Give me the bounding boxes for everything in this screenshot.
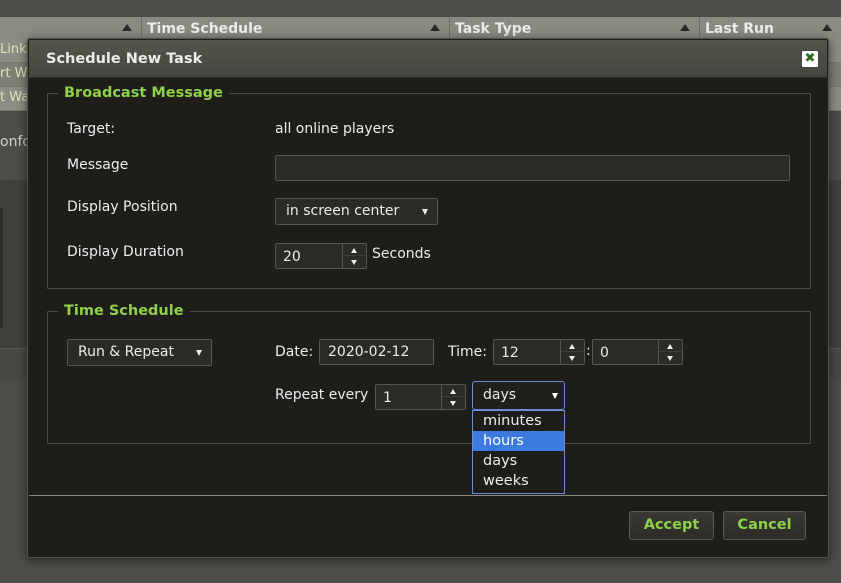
repeat-unit-options: minutes hours days weeks xyxy=(472,410,565,494)
option-days[interactable]: days xyxy=(473,451,564,471)
decrement-icon[interactable] xyxy=(442,397,465,409)
column-header-last-run[interactable]: Last Run xyxy=(700,17,841,39)
repeat-every-label: Repeat every xyxy=(275,387,369,403)
minute-stepper[interactable]: 0 xyxy=(592,339,683,365)
repeat-unit-select[interactable]: days xyxy=(472,381,565,410)
stepper-buttons xyxy=(441,385,465,409)
option-weeks[interactable]: weeks xyxy=(473,471,564,491)
accept-button[interactable]: Accept xyxy=(629,511,714,540)
display-duration-label: Display Duration xyxy=(67,244,184,260)
sort-asc-icon xyxy=(122,24,132,31)
increment-icon[interactable] xyxy=(659,340,682,352)
minute-value: 0 xyxy=(600,345,609,361)
option-minutes[interactable]: minutes xyxy=(473,411,564,431)
dialog-title: Schedule New Task xyxy=(46,51,203,67)
date-label: Date: xyxy=(275,344,314,360)
close-icon[interactable]: ✖ xyxy=(801,50,819,68)
schedule-mode-select[interactable]: Run & Repeat xyxy=(67,339,212,366)
message-label: Message xyxy=(67,157,129,173)
display-position-label: Display Position xyxy=(67,199,178,215)
stepper-buttons xyxy=(342,244,366,268)
repeat-unit-value: days xyxy=(483,387,517,403)
increment-icon[interactable] xyxy=(343,244,366,256)
decrement-icon[interactable] xyxy=(561,352,584,364)
chevron-down-icon xyxy=(422,209,428,215)
chevron-down-icon xyxy=(552,393,558,399)
time-label: Time: xyxy=(448,344,487,360)
target-label: Target: xyxy=(67,121,116,137)
display-position-value: in screen center xyxy=(286,203,400,219)
time-separator: : xyxy=(586,343,591,359)
background-panel-edge xyxy=(0,208,3,328)
broadcast-message-legend: Broadcast Message xyxy=(64,85,223,101)
hour-value: 12 xyxy=(501,345,519,361)
schedule-task-dialog: Schedule New Task ✖ Broadcast Message Ta… xyxy=(27,38,829,558)
background-table-header: Time Schedule Task Type Last Run xyxy=(0,17,841,39)
duration-unit-label: Seconds xyxy=(372,246,431,262)
repeat-interval-stepper[interactable]: 1 xyxy=(375,384,466,410)
sort-asc-icon xyxy=(680,24,690,31)
cancel-button[interactable]: Cancel xyxy=(723,511,806,540)
increment-icon[interactable] xyxy=(442,385,465,397)
message-input[interactable] xyxy=(275,155,790,181)
column-header-time-schedule[interactable]: Time Schedule xyxy=(142,17,450,39)
date-input[interactable]: 2020-02-12 xyxy=(319,339,434,365)
repeat-interval-value: 1 xyxy=(383,390,392,406)
decrement-icon[interactable] xyxy=(659,352,682,364)
display-position-select[interactable]: in screen center xyxy=(275,198,438,225)
footer-divider xyxy=(29,495,827,496)
schedule-mode-value: Run & Repeat xyxy=(78,344,174,360)
sort-asc-icon xyxy=(822,24,832,31)
sort-asc-icon xyxy=(430,24,440,31)
target-value: all online players xyxy=(275,121,395,137)
chevron-down-icon xyxy=(196,350,202,356)
display-duration-stepper[interactable]: 20 xyxy=(275,243,367,269)
column-header-task-type[interactable]: Task Type xyxy=(450,17,700,39)
dialog-titlebar[interactable]: Schedule New Task ✖ xyxy=(29,40,827,78)
option-hours[interactable]: hours xyxy=(473,431,564,451)
stepper-buttons xyxy=(658,340,682,364)
time-schedule-group: Time Schedule xyxy=(47,303,811,444)
column-header-name[interactable] xyxy=(0,17,142,39)
time-schedule-legend: Time Schedule xyxy=(64,303,184,319)
hour-stepper[interactable]: 12 xyxy=(493,339,585,365)
increment-icon[interactable] xyxy=(561,340,584,352)
stepper-buttons xyxy=(560,340,584,364)
display-duration-value: 20 xyxy=(283,249,301,265)
decrement-icon[interactable] xyxy=(343,256,366,268)
